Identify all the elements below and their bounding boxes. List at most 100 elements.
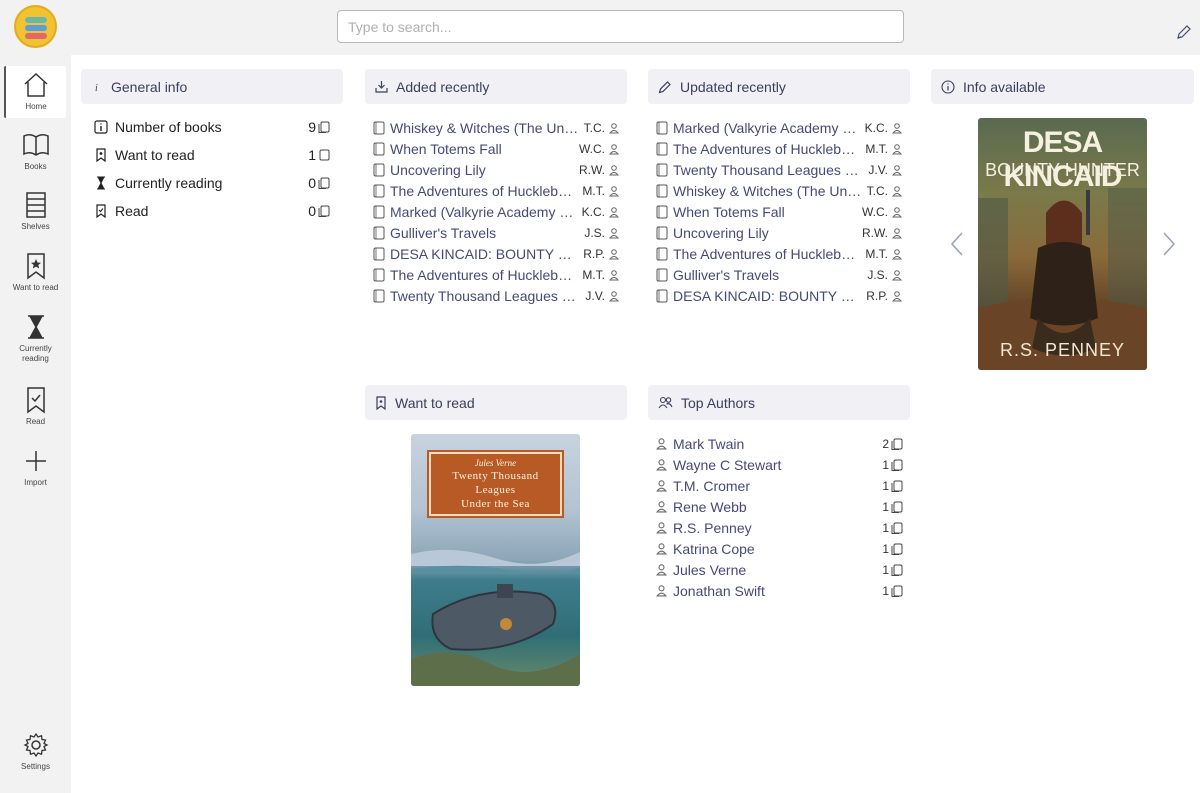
person-icon (608, 227, 620, 238)
author-book-count: 2 (882, 436, 889, 451)
book-title[interactable]: DESA KINCAID: BOUNTY HUNTER (390, 246, 579, 262)
book-icon (656, 247, 668, 260)
book-title[interactable]: Twenty Thousand Leagues Under the Sea (390, 288, 581, 304)
author-name[interactable]: T.M. Cromer (673, 478, 882, 494)
book-list-item[interactable]: Marked (Valkyrie Academy Book 1)K.C. (372, 201, 620, 222)
sidebar-item-want-to-read[interactable]: Want to read (0, 252, 71, 293)
book-icon (319, 149, 330, 161)
sidebar-item-books[interactable]: Books (0, 131, 71, 172)
book-list-item[interactable]: The Adventures of Huckleberry Finn M.T. (372, 264, 620, 285)
cover-title-line: Under the Sea (461, 498, 530, 510)
book-title[interactable]: Marked (Valkyrie Academy Book 1) (673, 120, 861, 136)
book-icon (656, 121, 668, 134)
book-list-item[interactable]: Gulliver's Travels J.S. (655, 264, 903, 285)
sidebar-item-import[interactable]: Import (0, 447, 71, 488)
book-title[interactable]: The Adventures of Huckleberry Finn (390, 267, 578, 283)
author-name[interactable]: Rene Webb (673, 499, 882, 515)
book-list-item[interactable]: Whiskey & Witches (The Unlikely Heroes B… (655, 180, 903, 201)
sidebar-item-settings[interactable]: Settings (0, 731, 71, 772)
sidebar-item-label: Want to read (12, 283, 59, 292)
card-title: Info available (963, 78, 1046, 95)
author-initials: T.C. (866, 183, 888, 198)
author-name[interactable]: R.S. Penney (673, 520, 882, 536)
book-title[interactable]: Marked (Valkyrie Academy Book 1) (390, 204, 578, 220)
book-list-item[interactable]: When Totems Fall W.C. (655, 201, 903, 222)
book-title[interactable]: Gulliver's Travels (390, 225, 580, 241)
book-list-item[interactable]: Uncovering Lily R.W. (372, 159, 620, 180)
info-row-number-of-books: Number of books 9 (94, 113, 330, 141)
info-box-icon (94, 120, 108, 134)
want-to-read-header: Want to read (365, 385, 627, 420)
author-list-item[interactable]: Jonathan Swift 1 (655, 580, 903, 601)
download-tray-icon (375, 81, 388, 93)
top-authors-list: Mark Twain 2 Wayne C Stewart 1 T.M. Cromer 1 R… (655, 433, 903, 601)
book-list-item[interactable]: Twenty Thousand Leagues Under the Sea J.V… (372, 285, 620, 306)
book-title[interactable]: Whiskey & Witches (The Unlikely Heroes B… (390, 120, 580, 136)
book-title[interactable]: The Adventures of Huckleberry Finn (390, 183, 578, 199)
edit-pencil-icon[interactable] (1176, 24, 1192, 40)
search-input[interactable] (337, 10, 904, 43)
book-title[interactable]: Twenty Thousand Leagues Under the Sea (673, 162, 864, 178)
author-book-count: 1 (882, 478, 889, 493)
author-name[interactable]: Jules Verne (673, 562, 882, 578)
author-book-count: 1 (882, 541, 889, 556)
book-cover-desa-kincaid[interactable]: DESA KINCAID BOUNTY HUNTER R.S. PENNEY (978, 118, 1147, 370)
hourglass-icon (27, 315, 44, 339)
sidebar-item-currently-reading[interactable]: Currently reading (0, 313, 71, 364)
book-title[interactable]: When Totems Fall (673, 204, 858, 220)
author-name[interactable]: Wayne C Stewart (673, 457, 882, 473)
top-bar (0, 0, 1200, 55)
author-list-item[interactable]: Mark Twain 2 (655, 433, 903, 454)
book-cover-twenty-thousand-leagues[interactable]: Jules Verne Twenty Thousand Leagues Unde… (411, 434, 580, 686)
books-copy-icon (891, 501, 903, 513)
sidebar-item-shelves[interactable]: Shelves (0, 191, 71, 232)
book-list-item[interactable]: The Adventures of Huckleberry Finn M.T. (372, 180, 620, 201)
sidebar-item-label: Home (25, 102, 47, 111)
author-list-item[interactable]: R.S. Penney 1 (655, 517, 903, 538)
sidebar-item-read[interactable]: Read (0, 386, 71, 427)
book-title[interactable]: Uncovering Lily (390, 162, 575, 178)
person-icon (608, 269, 620, 280)
book-title[interactable]: Gulliver's Travels (673, 267, 863, 283)
pencil-icon (658, 80, 671, 93)
book-icon (656, 268, 668, 281)
book-title[interactable]: Whiskey & Witches (The Unlikely Heroes B… (673, 183, 863, 199)
books-copy-icon (891, 480, 903, 492)
app-logo-icon[interactable] (14, 5, 57, 48)
author-list-item[interactable]: Rene Webb 1 (655, 496, 903, 517)
author-list-item[interactable]: Katrina Cope 1 (655, 538, 903, 559)
book-icon (656, 226, 668, 239)
svg-text:i: i (95, 83, 98, 93)
author-book-count: 1 (882, 562, 889, 577)
author-name[interactable]: Mark Twain (673, 436, 882, 452)
added-recently-list: Whiskey & Witches (The Unlikely Heroes B… (372, 117, 620, 306)
book-list-item[interactable]: The Adventures of Huckleberry Finn M.T. (655, 138, 903, 159)
person-icon (891, 164, 903, 175)
author-list-item[interactable]: Jules Verne 1 (655, 559, 903, 580)
cover-title-line: Twenty Thousand (452, 470, 539, 482)
carousel-next-button[interactable] (1160, 230, 1178, 258)
author-name[interactable]: Katrina Cope (673, 541, 882, 557)
book-list-item[interactable]: DESA KINCAID: BOUNTY HUNTER R.P. (655, 285, 903, 306)
info-row-want-to-read: Want to read 1 (94, 141, 330, 169)
author-list-item[interactable]: T.M. Cromer 1 (655, 475, 903, 496)
card-title: Want to read (395, 394, 475, 411)
book-list-item[interactable]: Gulliver's Travels J.S. (372, 222, 620, 243)
book-list-item[interactable]: Marked (Valkyrie Academy Book 1)K.C. (655, 117, 903, 138)
book-title[interactable]: The Adventures of Huckleberry Finn (673, 246, 861, 262)
author-list-item[interactable]: Wayne C Stewart 1 (655, 454, 903, 475)
book-title[interactable]: DESA KINCAID: BOUNTY HUNTER (673, 288, 862, 304)
book-title[interactable]: When Totems Fall (390, 141, 575, 157)
carousel-prev-button[interactable] (948, 230, 966, 258)
book-list-item[interactable]: When Totems Fall W.C. (372, 138, 620, 159)
book-title[interactable]: Uncovering Lily (673, 225, 858, 241)
sidebar-item-home[interactable]: Home (4, 66, 66, 118)
book-list-item[interactable]: Uncovering Lily R.W. (655, 222, 903, 243)
book-title[interactable]: The Adventures of Huckleberry Finn (673, 141, 861, 157)
author-name[interactable]: Jonathan Swift (673, 583, 882, 599)
book-list-item[interactable]: The Adventures of Huckleberry Finn M.T. (655, 243, 903, 264)
book-list-item[interactable]: DESA KINCAID: BOUNTY HUNTER R.P. (372, 243, 620, 264)
book-list-item[interactable]: Twenty Thousand Leagues Under the Sea J.V… (655, 159, 903, 180)
count-value: 9 (308, 119, 316, 135)
book-list-item[interactable]: Whiskey & Witches (The Unlikely Heroes B… (372, 117, 620, 138)
